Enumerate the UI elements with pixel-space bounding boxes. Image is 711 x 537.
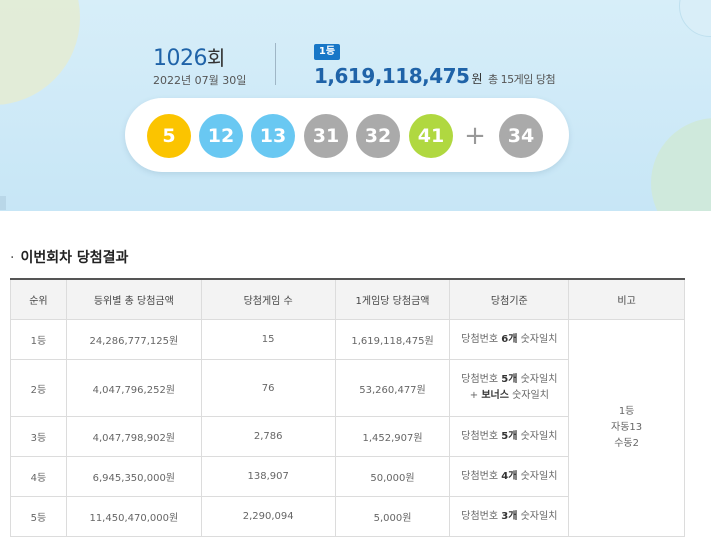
winner-count-cell: 138,907 [200,456,336,497]
number-ball: 5 [147,114,191,158]
winner-count-cell: 2,290,094 [200,496,336,537]
per-game-prize-cell: 50,000원 [334,456,451,497]
column-header: 당첨게임 수 [200,278,336,320]
bonus-ball: 34 [499,114,543,158]
criteria-cell: 당첨번호 5개 숫자일치 + 보너스 숫자일치 [449,359,570,417]
table-row: 1등 24,286,777,125원 15 1,619,118,475원 당첨번… [10,319,685,537]
per-game-prize-cell: 1,619,118,475원 [334,319,451,360]
column-header: 당첨기준 [449,278,570,320]
winner-count-cell: 2,786 [200,416,336,457]
criteria-cell: 당첨번호 3개 숫자일치 [449,496,570,537]
rank-cell: 1등 [10,319,67,360]
first-prize-amount: 1,619,118,475 원 총 15게임 당첨 [314,64,556,88]
number-ball: 32 [356,114,400,158]
draw-number: 1026회 [153,46,225,71]
note-cell: 1등 자동13 수동2 [568,319,685,537]
rank-cell: 3등 [10,416,67,457]
criteria-cell: 당첨번호 4개 숫자일치 [449,456,570,497]
criteria-cell: 당첨번호 6개 숫자일치 [449,319,570,360]
per-game-prize-cell: 5,000원 [334,496,451,537]
rank-cell: 5등 [10,496,67,537]
winner-count-cell: 15 [200,319,336,360]
draw-date: 2022년 07월 30일 [153,74,247,87]
total-prize-cell: 4,047,796,252원 [65,359,202,417]
total-prize-cell: 11,450,470,000원 [65,496,202,537]
winning-numbers: 5 12 13 31 32 41 + 34 [125,98,569,172]
column-header: 비고 [568,278,685,320]
per-game-prize-cell: 53,260,477원 [334,359,451,417]
number-ball: 31 [304,114,348,158]
first-prize-badge: 1등 [314,44,340,60]
decorative-shape [0,196,6,210]
winner-count-cell: 76 [200,359,336,417]
column-header: 순위 [10,278,67,320]
total-prize-cell: 24,286,777,125원 [65,319,202,360]
number-ball: 13 [251,114,295,158]
results-table: 순위 등위별 총 당첨금액 당첨게임 수 1게임당 당첨금액 당첨기준 비고 1… [10,278,685,537]
column-header: 1게임당 당첨금액 [334,278,451,320]
first-prize-games: 총 15게임 당첨 [488,73,556,86]
rank-cell: 4등 [10,456,67,497]
divider [275,43,276,85]
criteria-cell: 당첨번호 5개 숫자일치 [449,416,570,457]
decorative-circle [0,0,80,105]
number-ball: 12 [199,114,243,158]
total-prize-cell: 4,047,798,902원 [65,416,202,457]
draw-summary-banner: 1026회 2022년 07월 30일 1등 1,619,118,475 원 총 1… [0,0,711,211]
decorative-circle [651,118,711,211]
number-ball: 41 [409,114,453,158]
plus-icon: + [464,121,486,151]
decorative-circle [679,0,711,37]
rank-cell: 2등 [10,359,67,417]
table-header-row: 순위 등위별 총 당첨금액 당첨게임 수 1게임당 당첨금액 당첨기준 비고 [10,278,685,320]
section-title: · 이번회차 당첨결과 [10,250,129,266]
column-header: 등위별 총 당첨금액 [65,278,202,320]
total-prize-cell: 6,945,350,000원 [65,456,202,497]
per-game-prize-cell: 1,452,907원 [334,416,451,457]
